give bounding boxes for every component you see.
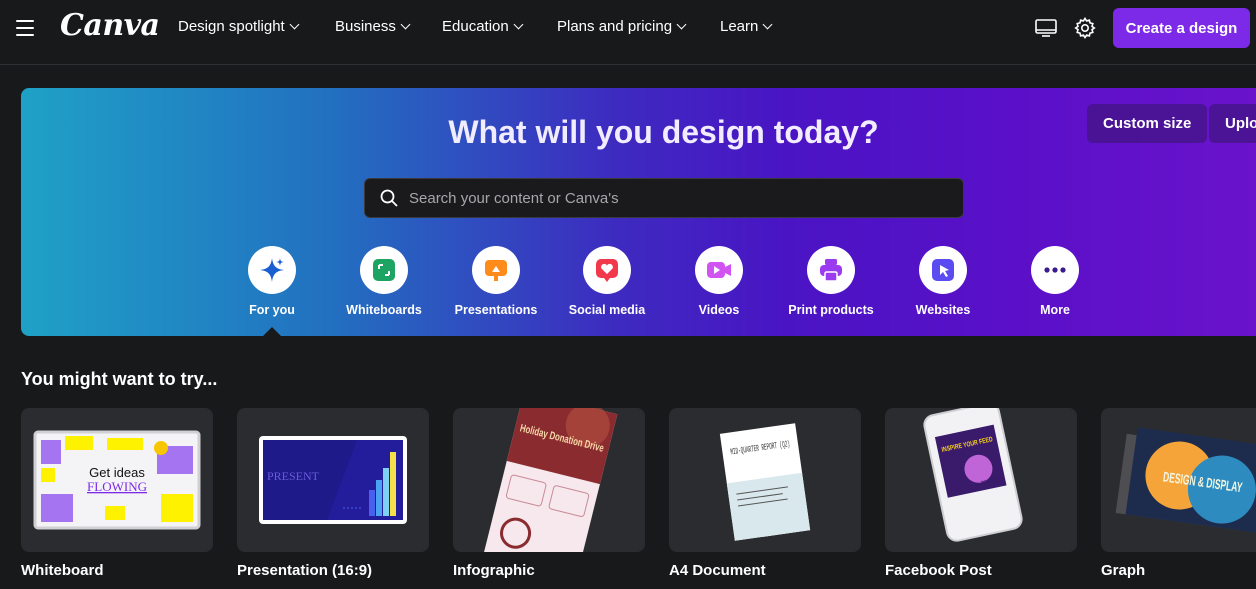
category-label: Websites <box>915 303 971 317</box>
nav-design-spotlight[interactable]: Design spotlight <box>178 18 300 35</box>
card-label[interactable]: Facebook Post <box>885 562 992 579</box>
gear-icon[interactable] <box>1073 16 1097 40</box>
thumb-text: Get ideas <box>89 465 145 480</box>
presentation-thumbnail: PRESENT <box>259 436 407 524</box>
nav-label: Plans and pricing <box>557 18 673 35</box>
category-label: More <box>1040 303 1070 317</box>
create-design-button[interactable]: Create a design <box>1113 8 1250 48</box>
category-label: Presentations <box>454 303 538 317</box>
card-infographic[interactable]: Holiday Donation Drive <box>453 408 645 552</box>
chevron-down-icon <box>676 19 687 30</box>
category-label: Videos <box>698 303 740 317</box>
desktop-app-icon[interactable] <box>1034 16 1058 40</box>
nav-learn[interactable]: Learn <box>720 18 773 35</box>
category-social-media[interactable]: Social media <box>557 246 657 317</box>
facebook-post-thumbnail: INSPIRE YOUR FEED 20% OFF <box>923 408 1023 542</box>
nav-label: Learn <box>720 18 759 35</box>
infographic-thumbnail: Holiday Donation Drive <box>478 408 618 552</box>
more-dots-icon <box>1031 246 1079 294</box>
chevron-down-icon <box>762 19 773 30</box>
top-navigation: Canva Design spotlight Business Educatio… <box>0 0 1256 56</box>
whiteboard-icon <box>360 246 408 294</box>
card-presentation[interactable]: PRESENT <box>237 408 429 552</box>
whiteboard-thumbnail: Get ideas FLOWING <box>33 430 201 530</box>
category-label: Whiteboards <box>346 303 422 317</box>
category-videos[interactable]: Videos <box>669 246 769 317</box>
category-more[interactable]: More <box>1005 246 1105 317</box>
hero-banner: What will you design today? Custom size … <box>21 88 1256 336</box>
heart-icon <box>583 246 631 294</box>
upload-button[interactable]: Uplo <box>1209 104 1256 143</box>
chevron-down-icon <box>400 19 411 30</box>
card-a4-document[interactable]: MID-QUARTER REPORT (Q2) <box>669 408 861 552</box>
category-websites[interactable]: Websites <box>893 246 993 317</box>
nav-plans-and-pricing[interactable]: Plans and pricing <box>557 18 687 35</box>
card-label[interactable]: Infographic <box>453 562 535 579</box>
printer-icon <box>807 246 855 294</box>
selected-category-indicator <box>263 327 281 336</box>
card-graph[interactable]: DESIGN & DISPLAY <box>1101 408 1256 552</box>
video-icon <box>695 246 743 294</box>
nav-education[interactable]: Education <box>442 18 524 35</box>
card-label[interactable]: A4 Document <box>669 562 766 579</box>
nav-label: Design spotlight <box>178 18 285 35</box>
category-label: For you <box>249 303 295 317</box>
menu-icon[interactable] <box>16 18 34 38</box>
card-label[interactable]: Graph <box>1101 562 1145 579</box>
category-presentations[interactable]: Presentations <box>446 246 546 317</box>
sparkle-icon <box>248 246 296 294</box>
card-facebook-post[interactable]: INSPIRE YOUR FEED 20% OFF <box>885 408 1077 552</box>
nav-label: Business <box>335 18 396 35</box>
canva-logo[interactable]: Canva <box>60 8 160 43</box>
card-whiteboard[interactable]: Get ideas FLOWING <box>21 408 213 552</box>
search-input[interactable] <box>409 189 929 207</box>
thumb-text: PRESENT <box>267 469 320 483</box>
hero-title: What will you design today? <box>448 114 879 150</box>
website-cursor-icon <box>919 246 967 294</box>
nav-business[interactable]: Business <box>335 18 411 35</box>
presentation-icon <box>472 246 520 294</box>
nav-label: Education <box>442 18 509 35</box>
search-bar[interactable] <box>364 178 964 218</box>
category-whiteboards[interactable]: Whiteboards <box>334 246 434 317</box>
card-label[interactable]: Presentation (16:9) <box>237 562 372 579</box>
card-label[interactable]: Whiteboard <box>21 562 104 579</box>
graph-thumbnail: DESIGN & DISPLAY <box>1115 427 1256 533</box>
nav-divider <box>0 64 1256 65</box>
a4-document-thumbnail: MID-QUARTER REPORT (Q2) <box>719 423 811 541</box>
category-label: Print products <box>788 303 874 317</box>
category-label: Social media <box>568 303 646 317</box>
chevron-down-icon <box>513 19 524 30</box>
thumb-text: FLOWING <box>87 479 147 494</box>
search-icon <box>380 189 398 207</box>
custom-size-button[interactable]: Custom size <box>1087 104 1208 143</box>
chevron-down-icon <box>289 19 300 30</box>
category-for-you[interactable]: For you <box>222 246 322 317</box>
category-print-products[interactable]: Print products <box>781 246 881 317</box>
section-title: You might want to try... <box>21 369 218 389</box>
